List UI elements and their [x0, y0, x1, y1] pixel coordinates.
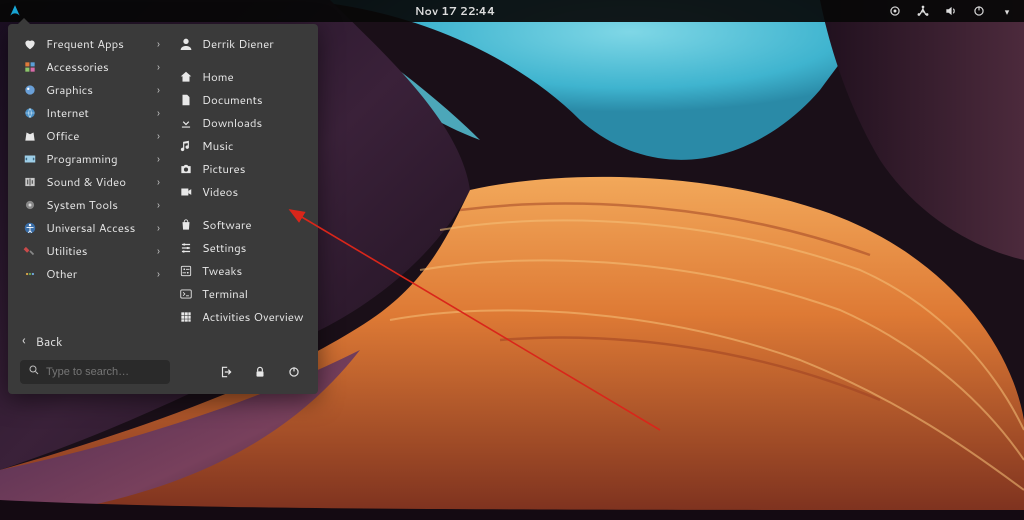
menu-back-button[interactable]: ‹ Back — [20, 328, 308, 360]
media-icon — [22, 174, 38, 190]
utilities-icon — [22, 243, 38, 259]
menu-user[interactable]: Derrik Diener — [168, 32, 316, 55]
shopping-bag-icon — [178, 217, 194, 233]
topbar: Nov 17 22:44 ▾ — [0, 0, 1024, 22]
menu-item-label: System Tools — [46, 196, 149, 213]
menu-system-settings[interactable]: Settings — [168, 236, 316, 259]
chevron-right-icon: › — [157, 197, 160, 213]
menu-item-label: Terminal — [202, 285, 308, 302]
user-name-label: Derrik Diener — [202, 35, 308, 52]
menu-category-office[interactable]: Office › — [12, 124, 168, 147]
menu-categories: Frequent Apps › Accessories › Graphics ›… — [8, 32, 168, 328]
menu-item-label: Home — [202, 68, 308, 85]
menu-item-label: Accessories — [46, 58, 149, 75]
topbar-clock[interactable]: Nov 17 22:44 — [22, 3, 888, 19]
menu-place-downloads[interactable]: Downloads — [168, 111, 316, 134]
menu-system-tweaks[interactable]: Tweaks — [168, 259, 316, 282]
chevron-right-icon: › — [157, 128, 160, 144]
lock-icon[interactable] — [252, 364, 268, 380]
menu-item-label: Tweaks — [202, 262, 308, 279]
other-icon — [22, 266, 38, 282]
document-icon — [178, 92, 194, 108]
application-menu: Frequent Apps › Accessories › Graphics ›… — [8, 24, 318, 394]
menu-system-terminal[interactable]: Terminal — [168, 282, 316, 305]
chevron-right-icon: › — [157, 36, 160, 52]
chevron-right-icon: › — [157, 266, 160, 282]
chevron-down-icon[interactable]: ▾ — [1000, 4, 1014, 18]
menu-item-label: Music — [202, 137, 308, 154]
menu-item-label: Pictures — [202, 160, 308, 177]
menu-item-label: Office — [46, 127, 149, 144]
menu-item-label: Software — [202, 216, 308, 233]
menu-place-home[interactable]: Home — [168, 65, 316, 88]
menu-system-software[interactable]: Software — [168, 213, 316, 236]
menu-category-internet[interactable]: Internet › — [12, 101, 168, 124]
download-icon — [178, 115, 194, 131]
menu-category-graphics[interactable]: Graphics › — [12, 78, 168, 101]
chevron-right-icon: › — [157, 151, 160, 167]
menu-item-label: Programming — [46, 150, 149, 167]
menu-place-videos[interactable]: Videos — [168, 180, 316, 203]
search-input[interactable] — [46, 366, 162, 378]
menu-place-pictures[interactable]: Pictures — [168, 157, 316, 180]
power-button-icon[interactable] — [286, 364, 302, 380]
camera-icon — [178, 161, 194, 177]
search-icon — [28, 364, 40, 380]
tweak-icon — [178, 263, 194, 279]
menu-place-documents[interactable]: Documents — [168, 88, 316, 111]
chevron-right-icon: › — [157, 243, 160, 259]
menu-category-utilities[interactable]: Utilities › — [12, 239, 168, 262]
activities-logo-icon[interactable] — [8, 4, 22, 18]
menu-category-accessories[interactable]: Accessories › — [12, 55, 168, 78]
menu-item-label: Sound & Video — [46, 173, 149, 190]
menu-search[interactable] — [20, 360, 170, 384]
code-icon — [22, 151, 38, 167]
menu-bottom: ‹ Back — [8, 320, 318, 394]
logout-icon[interactable] — [218, 364, 234, 380]
sliders-icon — [178, 240, 194, 256]
chevron-right-icon: › — [157, 220, 160, 236]
globe-icon — [22, 105, 38, 121]
music-icon — [178, 138, 194, 154]
menu-category-sound-video[interactable]: Sound & Video › — [12, 170, 168, 193]
power-icon[interactable] — [972, 4, 986, 18]
menu-item-label: Documents — [202, 91, 308, 108]
avatar-icon — [178, 36, 194, 52]
video-icon — [178, 184, 194, 200]
chevron-right-icon: › — [157, 59, 160, 75]
volume-icon[interactable] — [944, 4, 958, 18]
accessibility-icon — [22, 220, 38, 236]
network-icon[interactable] — [916, 4, 930, 18]
menu-category-universal-access[interactable]: Universal Access › — [12, 216, 168, 239]
menu-category-programming[interactable]: Programming › — [12, 147, 168, 170]
menu-item-label: Frequent Apps — [46, 35, 149, 52]
office-icon — [22, 128, 38, 144]
menu-places: Derrik Diener Home Documents Downloads M… — [168, 32, 318, 328]
chevron-left-icon: ‹ — [22, 332, 26, 350]
menu-item-label: Videos — [202, 183, 308, 200]
menu-item-label: Downloads — [202, 114, 308, 131]
topbar-status-area[interactable]: ▾ — [888, 4, 1024, 18]
menu-item-label: Other — [46, 265, 149, 282]
menu-item-label: Settings — [202, 239, 308, 256]
menu-item-label: Internet — [46, 104, 149, 121]
chevron-right-icon: › — [157, 105, 160, 121]
terminal-icon — [178, 286, 194, 302]
menu-item-label: Graphics — [46, 81, 149, 98]
menu-category-other[interactable]: Other › — [12, 262, 168, 285]
menu-category-frequent-apps[interactable]: Frequent Apps › — [12, 32, 168, 55]
menu-item-label: Universal Access — [46, 219, 149, 236]
system-icon — [22, 197, 38, 213]
home-icon — [178, 69, 194, 85]
chevron-right-icon: › — [157, 174, 160, 190]
notification-icon[interactable] — [888, 4, 902, 18]
heart-icon — [22, 36, 38, 52]
graphics-icon — [22, 82, 38, 98]
menu-place-music[interactable]: Music — [168, 134, 316, 157]
back-label: Back — [36, 333, 63, 350]
chevron-right-icon: › — [157, 82, 160, 98]
menu-category-system-tools[interactable]: System Tools › — [12, 193, 168, 216]
menu-item-label: Utilities — [46, 242, 149, 259]
accessory-icon — [22, 59, 38, 75]
